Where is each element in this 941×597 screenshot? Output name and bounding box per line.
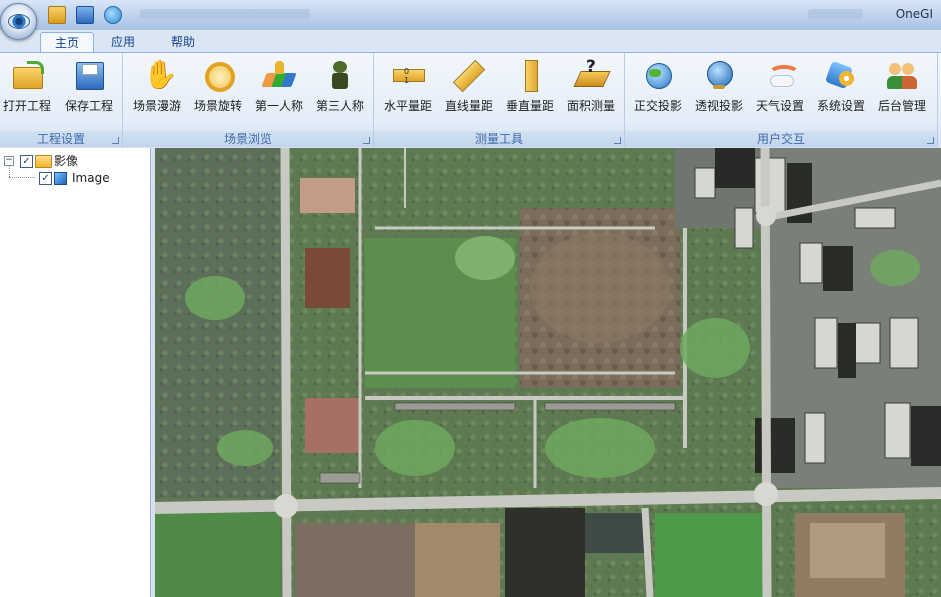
ribbon-group-scene: 场景漫游 场景旋转 第一人称 第三人称 场景浏览 — [123, 53, 374, 148]
vertical-ruler-icon — [514, 59, 546, 92]
hand-icon — [141, 59, 178, 91]
vertical-distance-button[interactable]: 垂直量距 — [501, 55, 559, 127]
third-person-label: 第三人称 — [315, 99, 364, 113]
tab-home[interactable]: 主页 — [40, 32, 94, 53]
area-question-icon — [575, 57, 607, 91]
dialog-launcher-icon[interactable] — [927, 137, 934, 144]
dialog-launcher-icon[interactable] — [112, 137, 119, 144]
orthographic-projection-button[interactable]: 正交投影 — [629, 55, 687, 127]
first-person-button[interactable]: 第一人称 — [250, 55, 308, 127]
scene-rotate-button[interactable]: 场景旋转 — [189, 55, 247, 127]
admin-panel-button[interactable]: 后台管理 — [873, 55, 931, 127]
weather-settings-button[interactable]: 天气设置 — [751, 55, 809, 127]
ribbon-tab-row: 主页 应用 帮助 — [0, 30, 941, 53]
save-project-button[interactable]: 保存工程 — [60, 55, 118, 127]
quick-access-toolbar — [48, 6, 122, 24]
first-person-icon — [263, 59, 295, 91]
tree-node-label: 影像 — [54, 154, 79, 168]
group-label-measure: 测量工具 — [374, 131, 624, 147]
quick-save-disk-icon[interactable] — [76, 6, 94, 24]
horizontal-distance-button[interactable]: 水平量距 — [379, 55, 437, 127]
rainbow-cloud-icon — [764, 59, 800, 91]
globe-icon — [642, 59, 674, 91]
dialog-launcher-icon[interactable] — [614, 137, 621, 144]
layer-cube-icon — [54, 172, 67, 185]
ribbon-group-interaction: 正交投影 透视投影 天气设置 系统设置 后台管理 用户交互 — [625, 53, 938, 148]
title-bar: OneGI — [0, 0, 941, 40]
tree-node-image[interactable]: ✓ Image — [0, 170, 150, 186]
save-project-label: 保存工程 — [64, 99, 113, 113]
dialog-launcher-icon[interactable] — [363, 137, 370, 144]
linear-distance-label: 直线量距 — [444, 99, 493, 113]
diagonal-ruler-icon — [453, 59, 485, 91]
floppy-disk-icon — [73, 59, 105, 91]
soldier-icon — [324, 59, 356, 91]
linear-distance-button[interactable]: 直线量距 — [440, 55, 498, 127]
scene-roam-button[interactable]: 场景漫游 — [128, 55, 186, 127]
open-project-label: 打开工程 — [2, 99, 51, 113]
collapse-icon[interactable]: − — [4, 156, 14, 166]
system-settings-label: 系统设置 — [816, 99, 865, 113]
open-project-button[interactable]: 打开工程 — [0, 55, 54, 127]
satellite-imagery — [155, 148, 941, 597]
first-person-label: 第一人称 — [254, 99, 303, 113]
open-folder-icon — [11, 59, 44, 91]
system-settings-button[interactable]: 系统设置 — [812, 55, 870, 127]
group-label-interaction: 用户交互 — [625, 131, 937, 147]
folder-icon — [35, 155, 52, 168]
ribbon: 打开工程 保存工程 工程设置 场景漫游 场景旋转 第一人称 第三人称 场景浏览 — [0, 52, 941, 149]
orthographic-projection-label: 正交投影 — [633, 99, 682, 113]
imagery-checkbox[interactable]: ✓ — [20, 155, 33, 168]
map-viewport[interactable] — [155, 148, 941, 597]
tab-apply[interactable]: 应用 — [100, 32, 146, 52]
tree-node-label: Image — [72, 171, 110, 185]
application-menu-button[interactable] — [0, 3, 37, 40]
quick-message-bubble-icon[interactable] — [104, 6, 122, 24]
vertical-distance-label: 垂直量距 — [505, 99, 554, 113]
group-label-scene: 场景浏览 — [123, 131, 373, 147]
layer-tree-panel: − ✓ 影像 ✓ Image — [0, 148, 151, 597]
area-measure-label: 面积测量 — [566, 99, 615, 113]
scene-rotate-label: 场景旋转 — [193, 99, 242, 113]
ribbon-group-measure: 水平量距 直线量距 垂直量距 面积测量 测量工具 — [374, 53, 625, 148]
area-measure-button[interactable]: 面积测量 — [562, 55, 620, 127]
users-icon — [886, 59, 918, 91]
group-label-project: 工程设置 — [0, 131, 122, 147]
rotate-icon — [202, 59, 235, 92]
weather-settings-label: 天气设置 — [755, 99, 804, 113]
title-blur-region-2 — [808, 9, 863, 19]
window-title: OneGI — [895, 7, 933, 21]
tree-node-imagery[interactable]: − ✓ 影像 — [0, 153, 150, 169]
quick-open-folder-icon[interactable] — [48, 6, 66, 24]
title-blur-region — [140, 9, 310, 19]
ribbon-group-project: 打开工程 保存工程 工程设置 — [0, 53, 123, 148]
third-person-button[interactable]: 第三人称 — [311, 55, 369, 127]
app-logo-icon — [8, 14, 30, 29]
perspective-projection-button[interactable]: 透视投影 — [690, 55, 748, 127]
perspective-projection-label: 透视投影 — [694, 99, 743, 113]
scene-roam-label: 场景漫游 — [132, 99, 181, 113]
horizontal-distance-label: 水平量距 — [383, 99, 432, 113]
horizontal-ruler-icon — [392, 59, 425, 91]
desk-globe-icon — [703, 59, 735, 91]
gear-icon — [825, 59, 857, 91]
admin-panel-label: 后台管理 — [877, 99, 926, 113]
tab-help[interactable]: 帮助 — [158, 32, 208, 52]
image-checkbox[interactable]: ✓ — [39, 172, 52, 185]
